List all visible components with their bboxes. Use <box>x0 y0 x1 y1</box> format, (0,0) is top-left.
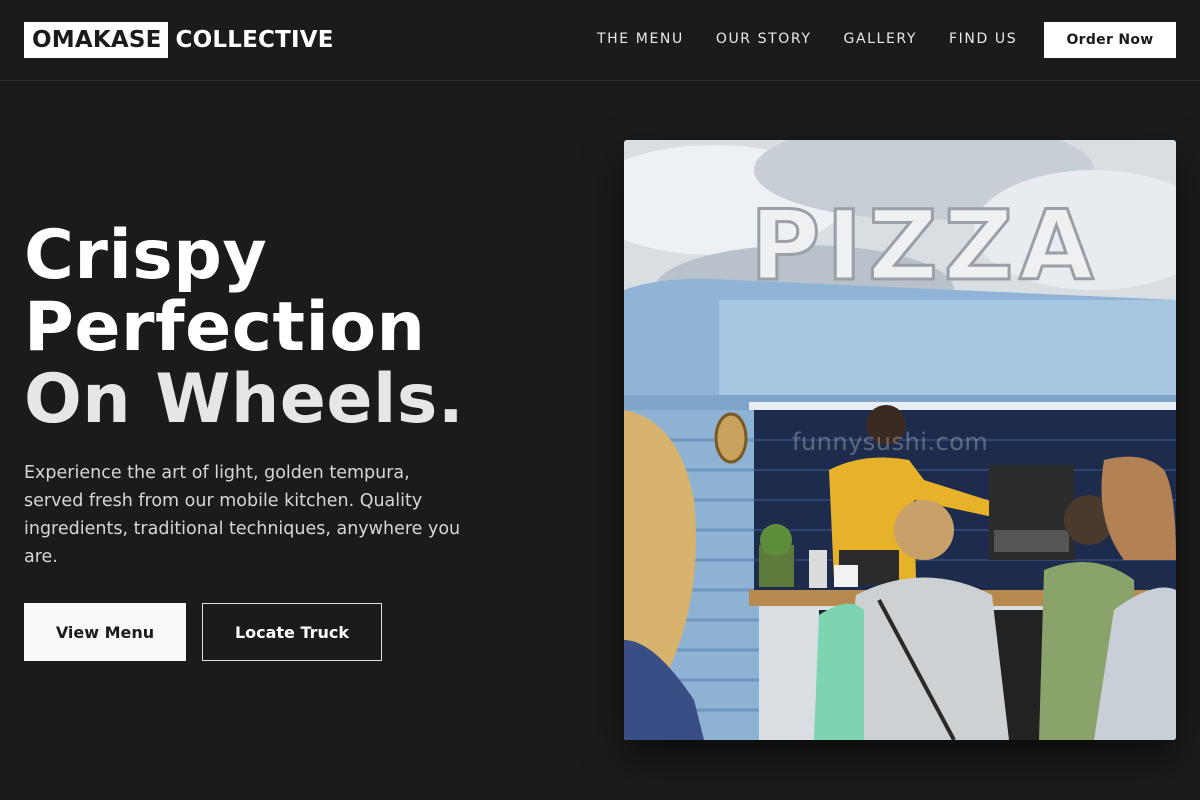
hero-description: Experience the art of light, golden temp… <box>24 463 461 567</box>
top-nav-bar: OMAKASE COLLECTIVE THE MENU OUR STORY GA… <box>0 0 1200 81</box>
nav-link-the-menu[interactable]: THE MENU <box>597 30 684 48</box>
nav-link-gallery[interactable]: GALLERY <box>844 30 917 48</box>
pizza-sign: PIZZA <box>749 190 1100 302</box>
nav-link-our-story[interactable]: OUR STORY <box>716 30 812 48</box>
view-menu-button[interactable]: View Menu <box>24 603 186 661</box>
headline-line-3: On Wheels. <box>24 360 465 439</box>
headline-line-2: Perfection <box>24 288 426 367</box>
hero-headline: Crispy Perfection On Wheels. <box>24 220 464 436</box>
brand-logo[interactable]: OMAKASE COLLECTIVE <box>24 22 334 58</box>
logo-box-text: OMAKASE <box>24 22 168 58</box>
nav-links: THE MENU OUR STORY GALLERY FIND US <box>597 30 1049 48</box>
order-now-button[interactable]: Order Now <box>1044 22 1176 58</box>
locate-truck-button[interactable]: Locate Truck <box>202 603 382 661</box>
logo-text: COLLECTIVE <box>175 27 334 53</box>
nav-link-find-us[interactable]: FIND US <box>949 30 1017 48</box>
headline-line-1: Crispy <box>24 216 268 295</box>
image-watermark: funnysushi.com <box>792 428 989 456</box>
